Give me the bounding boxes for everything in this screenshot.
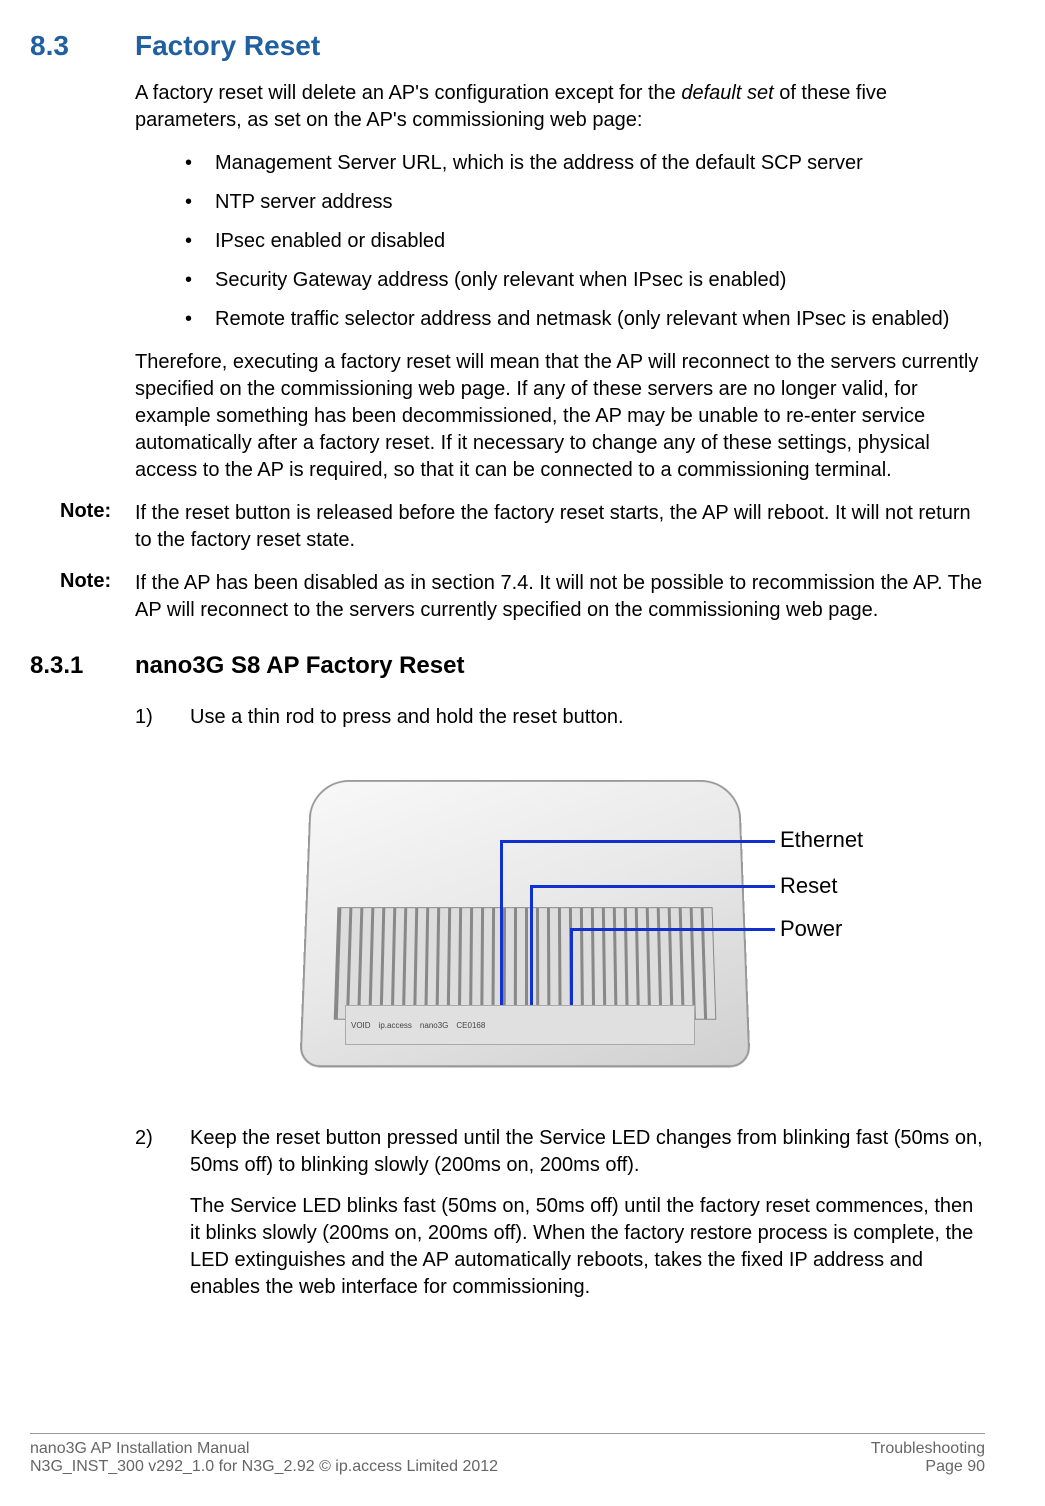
note-text: If the AP has been disabled as in sectio… [135, 570, 985, 624]
subsection-number: 8.3.1 [30, 652, 135, 680]
step-marker: 1) [135, 704, 190, 731]
device-label-strip: VOID ip.access nano3G CE0168 [345, 1005, 695, 1045]
bullet-list: • Management Server URL, which is the ad… [185, 150, 985, 333]
callout-power: Power [780, 916, 842, 942]
step-2: 2) Keep the reset button pressed until t… [135, 1125, 985, 1179]
paragraph-2: Therefore, executing a factory reset wil… [135, 349, 985, 484]
bullet-marker: • [185, 267, 215, 294]
footer-right: Troubleshooting Page 90 [871, 1440, 985, 1476]
bullet-text: NTP server address [215, 189, 985, 216]
list-item: • Management Server URL, which is the ad… [185, 150, 985, 177]
bullet-text: Management Server URL, which is the addr… [215, 150, 985, 177]
footer-manual-title: nano3G AP Installation Manual [30, 1440, 498, 1458]
section-header: 8.3 Factory Reset [30, 30, 985, 62]
callout-line-power-v [570, 928, 573, 1005]
intro-paragraph: A factory reset will delete an AP's conf… [135, 80, 985, 134]
footer-page-number: Page 90 [871, 1458, 985, 1476]
subsection-title: nano3G S8 AP Factory Reset [135, 652, 464, 680]
brand-label-1: ip.access [379, 1021, 412, 1030]
note-1: Note: If the reset button is released be… [30, 500, 985, 554]
void-label: VOID [351, 1021, 371, 1030]
intro-part1: A factory reset will delete an AP's conf… [135, 82, 681, 104]
bullet-text: IPsec enabled or disabled [215, 228, 985, 255]
callout-line-reset-v [530, 885, 533, 1005]
device-figure: VOID ip.access nano3G CE0168 Ethernet Re… [135, 745, 985, 1085]
bullet-marker: • [185, 189, 215, 216]
intro-italic: default set [681, 82, 773, 104]
footer-chapter: Troubleshooting [871, 1440, 985, 1458]
callout-line-ethernet-v [500, 840, 503, 1005]
step-text: Use a thin rod to press and hold the res… [190, 704, 985, 731]
step-2-continuation: The Service LED blinks fast (50ms on, 50… [190, 1193, 985, 1301]
note-text: If the reset button is released before t… [135, 500, 985, 554]
bullet-marker: • [185, 150, 215, 177]
bullet-marker: • [185, 228, 215, 255]
callout-reset: Reset [780, 873, 837, 899]
bullet-marker: • [185, 306, 215, 333]
footer-version-copyright: N3G_INST_300 v292_1.0 for N3G_2.92 © ip.… [30, 1458, 498, 1476]
device-drawing: VOID ip.access nano3G CE0168 Ethernet Re… [245, 745, 875, 1085]
callout-ethernet: Ethernet [780, 827, 863, 853]
subsection-header: 8.3.1 nano3G S8 AP Factory Reset [30, 652, 985, 680]
section-title: Factory Reset [135, 30, 320, 62]
page-footer: nano3G AP Installation Manual N3G_INST_3… [30, 1433, 985, 1476]
ce-label: CE0168 [456, 1021, 485, 1030]
brand-label-2: nano3G [420, 1021, 448, 1030]
list-item: • Remote traffic selector address and ne… [185, 306, 985, 333]
step-marker: 2) [135, 1125, 190, 1179]
note-label: Note: [30, 570, 135, 624]
callout-line-power-h [570, 928, 775, 931]
note-label: Note: [30, 500, 135, 554]
footer-left: nano3G AP Installation Manual N3G_INST_3… [30, 1440, 498, 1476]
step-text: Keep the reset button pressed until the … [190, 1125, 985, 1179]
list-item: • IPsec enabled or disabled [185, 228, 985, 255]
note-2: Note: If the AP has been disabled as in … [30, 570, 985, 624]
section-number: 8.3 [30, 30, 135, 62]
list-item: • Security Gateway address (only relevan… [185, 267, 985, 294]
list-item: • NTP server address [185, 189, 985, 216]
callout-line-ethernet-h [500, 840, 775, 843]
bullet-text: Remote traffic selector address and netm… [215, 306, 985, 333]
bullet-text: Security Gateway address (only relevant … [215, 267, 985, 294]
step-1: 1) Use a thin rod to press and hold the … [135, 704, 985, 731]
callout-line-reset-h [530, 885, 775, 888]
